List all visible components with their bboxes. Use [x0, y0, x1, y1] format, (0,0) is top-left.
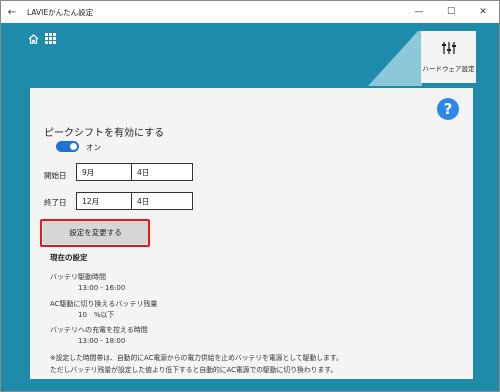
toggle-knob: [70, 143, 77, 150]
sliders-icon: [441, 41, 457, 57]
app-window: ← LAVIEかんたん設定 — ☐ ✕ ハードウェア設定 ? ピークシフトを有効…: [0, 0, 500, 392]
start-date-picker[interactable]: 9月 4日: [76, 163, 193, 181]
start-date-label: 開始日: [44, 171, 67, 180]
minimize-button[interactable]: —: [403, 1, 435, 23]
toggle-state-label: オン: [86, 143, 101, 152]
battery-time-value: 13:00 - 16:00: [78, 284, 126, 292]
start-month-field[interactable]: 9月: [77, 164, 132, 180]
end-date-picker[interactable]: 12月 4日: [76, 192, 193, 210]
end-month-field[interactable]: 12月: [77, 193, 132, 209]
decorative-triangle: [368, 31, 422, 86]
title-bar: ← LAVIEかんたん設定 — ☐ ✕: [1, 1, 499, 23]
apps-grid-icon[interactable]: [45, 33, 56, 46]
battery-time-label: バッテリ駆動時間: [50, 273, 106, 281]
note-line-1: ※設定した時間帯は、自動的にAC電源からの電力供給を止めバッテリを電源として駆動…: [50, 354, 343, 362]
back-button[interactable]: ←: [1, 1, 23, 23]
home-icon[interactable]: [28, 33, 39, 46]
section-title: ピークシフトを有効にする: [44, 128, 165, 139]
window-controls: — ☐ ✕: [403, 1, 499, 23]
highlight-box: [40, 219, 150, 247]
maximize-button[interactable]: ☐: [435, 1, 467, 23]
ac-switch-value: 10 %以下: [78, 311, 115, 319]
note-line-2: ただしバッテリ残量が設定した値より低下すると自動的にAC電源での駆動に切り換わり…: [50, 366, 338, 374]
window-title: LAVIEかんたん設定: [27, 7, 94, 17]
header-nav: [28, 33, 56, 46]
hardware-settings-label: ハードウェア設定: [422, 65, 475, 73]
close-button[interactable]: ✕: [467, 1, 499, 23]
help-button[interactable]: ?: [437, 98, 459, 120]
hardware-settings-tile[interactable]: ハードウェア設定: [421, 31, 476, 83]
start-day-field[interactable]: 4日: [132, 164, 192, 180]
ac-switch-label: AC駆動に切り換えるバッテリ残量: [50, 300, 158, 308]
current-settings-heading: 現在の設定: [50, 253, 88, 262]
charge-limit-label: バッテリへの充電を控える時間: [50, 326, 148, 334]
end-day-field[interactable]: 4日: [132, 193, 192, 209]
end-date-label: 終了日: [44, 198, 67, 207]
peak-shift-panel: ? ピークシフトを有効にする オン 開始日 9月 4日 終了日 12月 4日 設…: [30, 88, 473, 379]
peak-shift-toggle[interactable]: [56, 141, 79, 152]
charge-limit-value: 13:00 - 18:00: [78, 337, 126, 345]
